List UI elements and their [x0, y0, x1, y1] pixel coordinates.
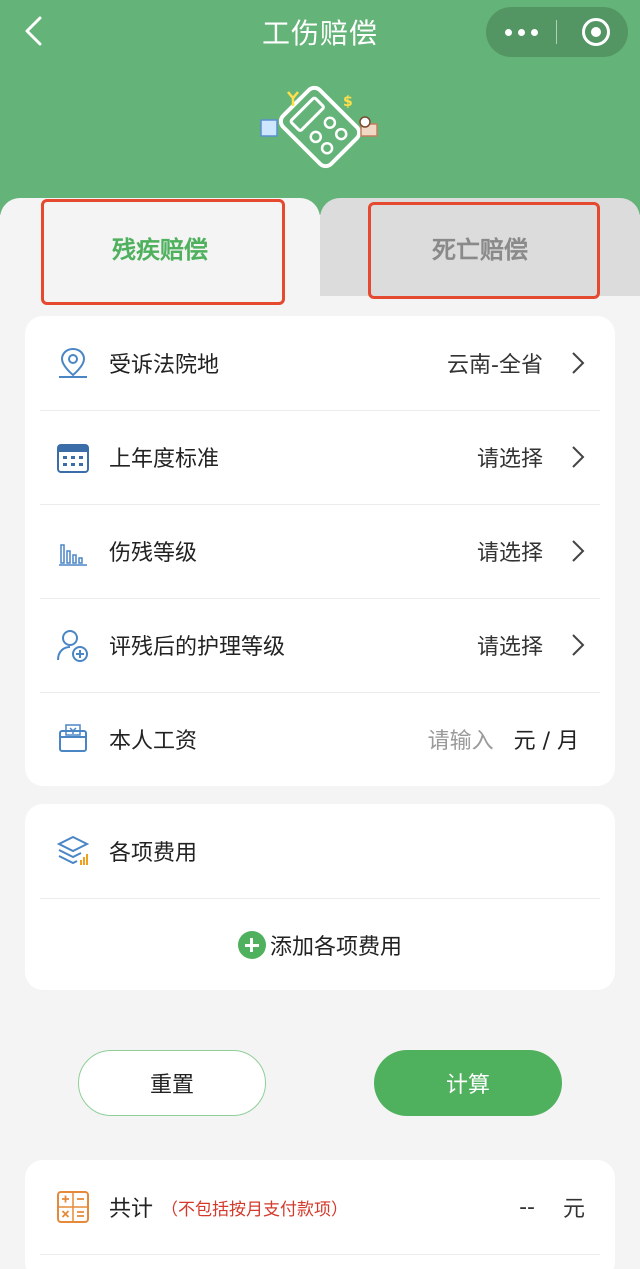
svg-text:$: $	[343, 94, 353, 110]
capsule-divider	[556, 20, 557, 44]
row-disability-level-label: 伤残等级	[109, 541, 198, 566]
row-expenses-label: 各项费用	[109, 841, 198, 866]
row-disability-level[interactable]: 伤残等级 请选择	[25, 504, 615, 598]
row-court-location-value: 云南-全省	[447, 353, 543, 378]
nurse-user-icon	[57, 630, 88, 662]
add-expense-label: 添加各项费用	[269, 935, 402, 960]
calculator-illustration-icon: $	[260, 85, 378, 169]
layers-icon	[56, 835, 90, 865]
calendar-icon	[57, 444, 89, 473]
calculate-button[interactable]: 计算	[374, 1050, 562, 1116]
header-bar: 工伤赔偿 $	[0, 0, 640, 215]
total-note: （不包括按月支付款项）	[161, 1199, 349, 1220]
row-nursing-level-value: 请选择	[476, 635, 543, 660]
total-unit: 元	[562, 1197, 585, 1222]
chevron-right-icon	[572, 352, 585, 374]
row-expenses: 各项费用	[25, 804, 615, 898]
bar-chart-icon	[59, 544, 87, 566]
chevron-right-icon	[572, 540, 585, 562]
total-value: --	[519, 1194, 535, 1220]
total-label: 共计	[109, 1197, 154, 1222]
reset-button[interactable]: 重置	[78, 1050, 266, 1116]
highlight-box-disability	[41, 199, 285, 305]
chevron-right-icon	[572, 634, 585, 656]
salary-unit: 元 / 月	[513, 729, 579, 754]
mini-program-capsule	[486, 7, 628, 57]
plus-circle-icon	[237, 931, 266, 959]
row-last-year-standard-label: 上年度标准	[109, 447, 220, 472]
calculator-icon	[57, 1191, 89, 1223]
highlight-box-death	[368, 202, 600, 299]
close-target-icon[interactable]	[582, 18, 610, 46]
row-salary-label: 本人工资	[109, 729, 198, 754]
row-nursing-level[interactable]: 评残后的护理等级 请选择	[25, 598, 615, 692]
location-pin-icon	[59, 347, 87, 378]
form-card: 受诉法院地 云南-全省 上年度标准 请选择 伤残等级 请选择 评残后的护理等级 …	[25, 316, 615, 786]
chevron-right-icon	[572, 446, 585, 468]
salary-input[interactable]: 请输入	[428, 723, 494, 755]
expenses-card: 各项费用 添加各项费用	[25, 804, 615, 990]
row-salary: 本人工资 请输入 元 / 月	[25, 692, 615, 786]
total-card: 共计 （不包括按月支付款项） -- 元	[25, 1160, 615, 1269]
row-court-location-label: 受诉法院地	[109, 353, 220, 378]
row-last-year-standard[interactable]: 上年度标准 请选择	[25, 410, 615, 504]
wallet-icon	[59, 724, 87, 752]
more-icon[interactable]	[486, 7, 556, 57]
row-last-year-standard-value: 请选择	[476, 447, 543, 472]
add-expense-button[interactable]: 添加各项费用	[25, 898, 615, 992]
row-total: 共计 （不包括按月支付款项） -- 元	[25, 1160, 615, 1254]
row-court-location[interactable]: 受诉法院地 云南-全省	[25, 316, 615, 410]
row-disability-level-value: 请选择	[476, 541, 543, 566]
row-nursing-level-label: 评残后的护理等级	[109, 635, 286, 660]
